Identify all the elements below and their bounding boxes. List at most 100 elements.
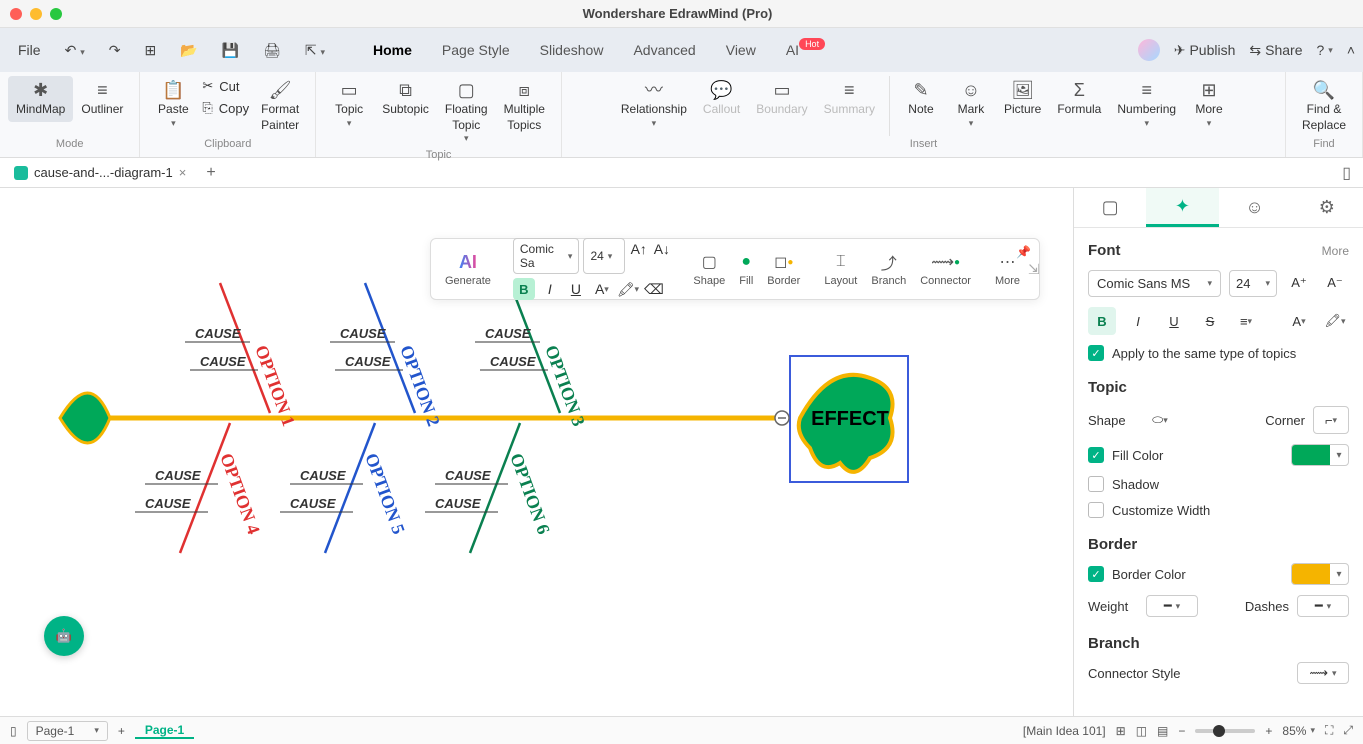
fit-screen[interactable]: ⛶ [1325,723,1333,738]
export-button[interactable]: ⇱ ▾ [295,36,335,65]
tab-slideshow[interactable]: Slideshow [526,34,618,66]
panel-toggle[interactable]: ▯ [1336,163,1357,183]
tab-advanced[interactable]: Advanced [619,34,709,66]
mindmap-button[interactable]: ✱MindMap [8,76,73,122]
close-dot[interactable] [10,8,22,20]
minimize-dot[interactable] [30,8,42,20]
zoom-out[interactable]: − [1178,724,1185,738]
sp-underline[interactable]: U [1160,307,1188,335]
border-button[interactable]: ◻●Border [761,251,806,287]
save-button[interactable]: 💾 [212,36,249,65]
tab-view[interactable]: View [712,34,770,66]
relationship-button[interactable]: 〰Relationship▾ [613,76,695,133]
zoom-level[interactable]: 85% ▾ [1282,724,1315,738]
corner-select[interactable]: ⌐ ▾ [1313,406,1349,434]
outliner-button[interactable]: ≡Outliner [73,76,131,122]
fill-color-swatch[interactable]: ▾ [1291,444,1349,466]
sp-highlight[interactable]: 🖍▾ [1321,307,1349,335]
connector-style-select[interactable]: ⟿ ▾ [1297,662,1349,684]
callout-button[interactable]: 💬Callout [695,76,748,122]
font-more[interactable]: More [1322,244,1349,258]
outline-toggle[interactable]: ▯ [10,724,17,738]
add-tab-button[interactable]: + [200,164,221,182]
italic-button[interactable]: I [539,278,561,300]
underline-button[interactable]: U [565,278,587,300]
sp-font-decrease[interactable]: A⁻ [1321,269,1349,297]
collapse-ribbon[interactable]: ˄ [1347,42,1355,58]
bold-button[interactable]: B [513,278,535,300]
note-button[interactable]: ✎Note [896,76,946,122]
fill-button[interactable]: ●Fill [733,251,759,287]
floating-topic-button[interactable]: ▢Floating Topic▾ [437,76,496,149]
multiple-topics-button[interactable]: ⧈Multiple Topics [496,76,553,137]
sp-tab-style[interactable]: ✦ [1146,188,1218,227]
formula-button[interactable]: ΣFormula [1049,76,1109,122]
sp-font-increase[interactable]: A⁺ [1285,269,1313,297]
file-menu[interactable]: File [8,36,51,64]
fullscreen[interactable]: ⤢ [1343,723,1353,738]
tab-page-style[interactable]: Page Style [428,34,524,66]
open-button[interactable]: 📂 [170,36,207,65]
font-size-select[interactable]: 24▾ [583,238,625,274]
view-mode-1[interactable]: ⊞ [1116,724,1126,738]
sp-font-family[interactable]: Comic Sans MS▾ [1088,270,1221,297]
decrease-font-icon[interactable]: A↓ [652,238,671,260]
sp-bold[interactable]: B [1088,307,1116,335]
print-button[interactable]: 🖨 [253,36,291,65]
sp-strike[interactable]: S [1196,307,1224,335]
help-button[interactable]: ? ▾ [1316,42,1332,58]
undo-button[interactable]: ↶ ▾ [55,36,95,65]
font-family-select[interactable]: Comic Sa▾ [513,238,580,274]
sp-tab-settings[interactable]: ⚙ [1291,188,1363,227]
custom-width-checkbox[interactable] [1088,502,1104,518]
format-painter-button[interactable]: 🖌Format Painter [253,76,307,137]
ai-generate-button[interactable]: AI Generate [439,251,497,287]
view-mode-2[interactable]: ◫ [1136,724,1147,738]
boundary-button[interactable]: ▭Boundary [748,76,815,122]
layout-button[interactable]: ⌶Layout [818,251,863,287]
topic-button[interactable]: ▭Topic▾ [324,76,374,133]
canvas[interactable]: EFFECT CAUSE CAUSE CAUSE CAUSE CAUSE CAU… [0,188,1073,716]
shape-button[interactable]: ▢Shape [687,251,731,287]
shape-select[interactable]: ⬭ ▾ [1146,406,1174,434]
pin-icon[interactable]: 📌 [1016,245,1031,259]
user-avatar[interactable] [1138,39,1160,61]
subtopic-button[interactable]: ⧉Subtopic [374,76,437,122]
tab-home[interactable]: Home [359,34,426,66]
copy-button[interactable]: ⎘Copy [198,98,253,118]
border-color-swatch[interactable]: ▾ [1291,563,1349,585]
apply-same-checkbox[interactable]: ✓ [1088,345,1104,361]
maximize-dot[interactable] [50,8,62,20]
numbering-button[interactable]: ≡Numbering▾ [1109,76,1184,133]
insert-more-button[interactable]: ⊞More▾ [1184,76,1234,133]
find-replace-button[interactable]: 🔍Find & Replace [1294,76,1354,137]
add-page[interactable]: + [118,724,125,738]
branch-button[interactable]: ⤴Branch [865,251,912,287]
tab-ai[interactable]: AIHot [772,34,839,66]
zoom-in[interactable]: + [1265,724,1272,738]
paste-button[interactable]: 📋Paste▾ [148,76,198,133]
publish-button[interactable]: ✈ Publish [1174,42,1236,59]
cut-button[interactable]: ✂Cut [198,76,253,96]
redo-button[interactable]: ↷ [99,36,131,65]
page-selector[interactable]: Page-1▾ [27,721,108,741]
increase-font-icon[interactable]: A↑ [629,238,648,260]
highlight-button[interactable]: 🖍▾ [617,278,639,300]
view-mode-3[interactable]: ▤ [1157,724,1168,738]
shadow-checkbox[interactable] [1088,476,1104,492]
picture-button[interactable]: 🖼Picture [996,76,1049,122]
share-button[interactable]: ⇆ Share [1249,42,1302,59]
sp-font-size[interactable]: 24▾ [1229,270,1277,297]
sp-align[interactable]: ≡▾ [1232,307,1260,335]
dashes-select[interactable]: ━ ▾ [1297,595,1349,617]
chat-fab[interactable]: 🤖 [44,616,84,656]
sp-tab-icon[interactable]: ☺ [1219,188,1291,227]
close-tab-icon[interactable]: × [179,165,187,180]
weight-select[interactable]: ━ ▾ [1146,595,1198,617]
border-color-checkbox[interactable]: ✓ [1088,566,1104,582]
mark-button[interactable]: ☺Mark▾ [946,76,996,133]
page-tab-active[interactable]: Page-1 [135,723,194,739]
sp-fontcolor[interactable]: A▾ [1285,307,1313,335]
sp-tab-page[interactable]: ▢ [1074,188,1146,227]
zoom-slider[interactable] [1195,729,1255,733]
